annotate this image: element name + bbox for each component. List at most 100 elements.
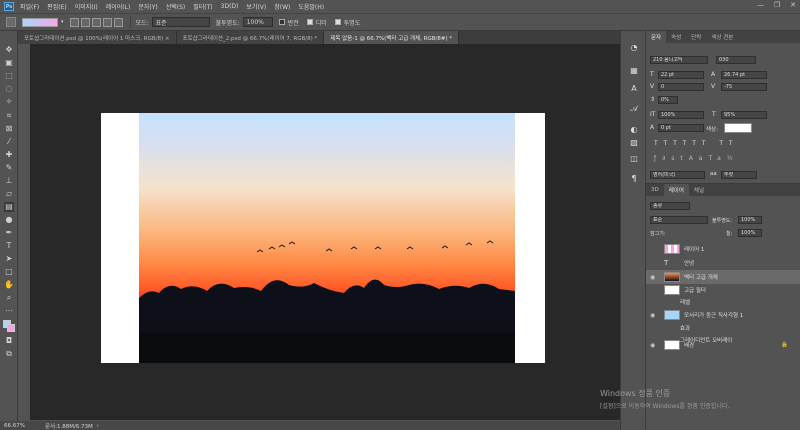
menu-filter[interactable]: 필터(T) [193, 2, 212, 11]
tab-properties[interactable]: 속성 [666, 31, 686, 43]
tab-channels[interactable]: 채널 [689, 184, 709, 196]
angle-gradient-icon[interactable] [91, 17, 101, 27]
menu-3d[interactable]: 3D(D) [221, 3, 239, 10]
tab-doc-1[interactable]: 포토샵그라데이션.psd @ 100%(레이어 1 마스크, RGB/8) × [18, 31, 177, 44]
tab-doc-3[interactable]: 제목 없음-1 @ 66.7%(벡터 고급 개체, RGB/8#) * [324, 31, 460, 44]
transparency-checkbox[interactable]: 투명도 [334, 18, 360, 27]
clone-source-icon[interactable]: ▧ [629, 138, 639, 148]
menu-select[interactable]: 선택(S) [166, 2, 186, 11]
eye-icon[interactable]: ◉ [650, 342, 658, 349]
menu-layer[interactable]: 레이어(L) [106, 2, 131, 11]
tool-preset-icon[interactable] [6, 17, 16, 27]
stamp-tool-icon[interactable]: ⊥ [4, 176, 14, 186]
horizontal-scale-field[interactable]: 100% [658, 111, 704, 119]
reverse-checkbox[interactable]: 반전 [278, 18, 299, 27]
font-family-select[interactable]: 210 옴니고딕 [650, 56, 708, 64]
reflected-gradient-icon[interactable] [102, 17, 112, 27]
layer-row-selected[interactable]: ◉ 벡터 고급 개체 [646, 270, 800, 284]
vertical-scale-field[interactable]: 95% [721, 111, 767, 119]
leading-field[interactable]: 26.74 pt [721, 71, 767, 79]
tsume-field[interactable]: 0% [658, 96, 678, 104]
text-color-swatch[interactable] [724, 123, 752, 133]
zoom-tool-icon[interactable]: ⌕ [4, 293, 14, 303]
opacity-field[interactable]: 100% [242, 17, 273, 27]
move-tool-icon[interactable]: ✥ [4, 45, 14, 55]
more-tools-icon[interactable]: ⋯ [4, 306, 14, 316]
kerning-field[interactable]: 0 [658, 83, 704, 91]
layer-opacity-field[interactable]: 100% [738, 216, 762, 224]
hand-tool-icon[interactable]: ✋ [4, 280, 14, 290]
mode-select[interactable]: 표준 [151, 17, 210, 27]
antialias-select[interactable]: 뚜렷 [721, 171, 757, 179]
brush-settings-icon[interactable]: ◐ [629, 125, 639, 135]
properties-icon[interactable]: ▦ [629, 66, 639, 76]
rectangle-tool-icon[interactable]: □ [4, 267, 14, 277]
history-icon[interactable]: ◔ [629, 43, 639, 53]
minimize-icon[interactable]: — [757, 1, 764, 9]
info-icon[interactable]: ◫ [629, 154, 639, 164]
text-style-buttons[interactable]: TTTTTT TT [654, 140, 754, 148]
marquee-tool-icon[interactable]: ⬚ [4, 71, 14, 81]
menu-view[interactable]: 보기(V) [246, 2, 266, 11]
lasso-tool-icon[interactable]: ◌ [4, 84, 14, 94]
menu-file[interactable]: 파일(F) [20, 2, 39, 11]
tab-paragraph[interactable]: 단락 [686, 31, 706, 43]
tab-swatches[interactable]: 색상 견본 [706, 31, 738, 43]
eyedropper-icon[interactable]: ⁄ [4, 137, 14, 147]
quick-mask-icon[interactable]: ◘ [4, 336, 14, 346]
menu-image[interactable]: 이미지(I) [75, 2, 98, 11]
paragraph-icon[interactable]: A [629, 84, 639, 94]
eye-icon[interactable]: ◉ [650, 312, 658, 319]
layer-row[interactable]: ◉ 모서리가 둥근 직사각형 1 [646, 308, 800, 322]
artboard-tool-icon[interactable]: ▣ [4, 58, 14, 68]
zoom-level[interactable]: 66.67% [4, 423, 25, 429]
tab-character[interactable]: 문자 [646, 31, 667, 43]
linear-gradient-icon[interactable] [69, 17, 79, 27]
blend-mode-select[interactable]: 표준 [650, 216, 708, 224]
menu-window[interactable]: 창(W) [274, 2, 290, 11]
radial-gradient-icon[interactable] [80, 17, 90, 27]
dodge-tool-icon[interactable]: ● [4, 215, 14, 225]
menu-edit[interactable]: 편집(E) [47, 2, 67, 11]
glyphs-icon[interactable]: ¶ [629, 174, 639, 184]
baseline-shift-field[interactable]: 0 pt [658, 124, 704, 132]
gradient-tool-icon[interactable]: ▤ [4, 202, 14, 212]
tracking-field[interactable]: -75 [721, 83, 767, 91]
character-style-icon[interactable]: 𝒜 [629, 104, 639, 114]
restore-icon[interactable]: ❐ [774, 1, 780, 9]
eye-icon[interactable]: ◉ [650, 274, 658, 281]
tab-layers[interactable]: 레이어 [663, 184, 689, 196]
menu-help[interactable]: 도움말(H) [298, 2, 324, 11]
font-style-select[interactable]: 030 [716, 56, 756, 64]
diamond-gradient-icon[interactable] [113, 17, 123, 27]
frame-tool-icon[interactable]: ⊠ [4, 124, 14, 134]
menu-type[interactable]: 문자(Y) [138, 2, 157, 11]
screen-mode-icon[interactable]: ⧉ [4, 349, 14, 359]
pen-tool-icon[interactable]: ✒ [4, 228, 14, 238]
close-icon[interactable]: ✕ [790, 1, 796, 9]
path-select-icon[interactable]: ➤ [4, 254, 14, 264]
eraser-tool-icon[interactable]: ▱ [4, 189, 14, 199]
healing-brush-icon[interactable]: ✚ [4, 150, 14, 160]
layer-filter-select[interactable]: 종류 [650, 202, 690, 210]
brush-tool-icon[interactable]: ✎ [4, 163, 14, 173]
chevron-right-icon[interactable]: › [97, 423, 99, 429]
layer-row[interactable]: 레벨 [646, 295, 800, 309]
checkbox-icon [306, 19, 313, 25]
gradient-preview[interactable] [22, 17, 58, 27]
layer-row[interactable]: ◉ 배경 🔒 [646, 338, 800, 352]
layer-row[interactable]: T 안녕 [646, 256, 800, 270]
opentype-buttons[interactable]: ƒ∂stAaTa½ [654, 155, 754, 163]
magic-wand-icon[interactable]: ✧ [4, 97, 14, 107]
layer-fill-field[interactable]: 100% [738, 229, 762, 237]
background-color-swatch[interactable] [7, 324, 15, 332]
chevron-down-icon[interactable]: ▾ [61, 19, 64, 25]
font-size-field[interactable]: 22 pt [658, 71, 704, 79]
layer-row[interactable]: 레이어 1 [646, 242, 800, 256]
tab-doc-2[interactable]: 포토샵그라데이션_2.psd @ 66.7%(레이어 7, RGB/8) * [176, 31, 325, 44]
language-select[interactable]: 영어(미국) [650, 171, 705, 179]
tab-3d[interactable]: 3D [646, 184, 664, 196]
crop-tool-icon[interactable]: ⌗ [4, 111, 14, 121]
dither-checkbox[interactable]: 디더 [306, 18, 327, 27]
type-tool-icon[interactable]: T [4, 241, 14, 251]
